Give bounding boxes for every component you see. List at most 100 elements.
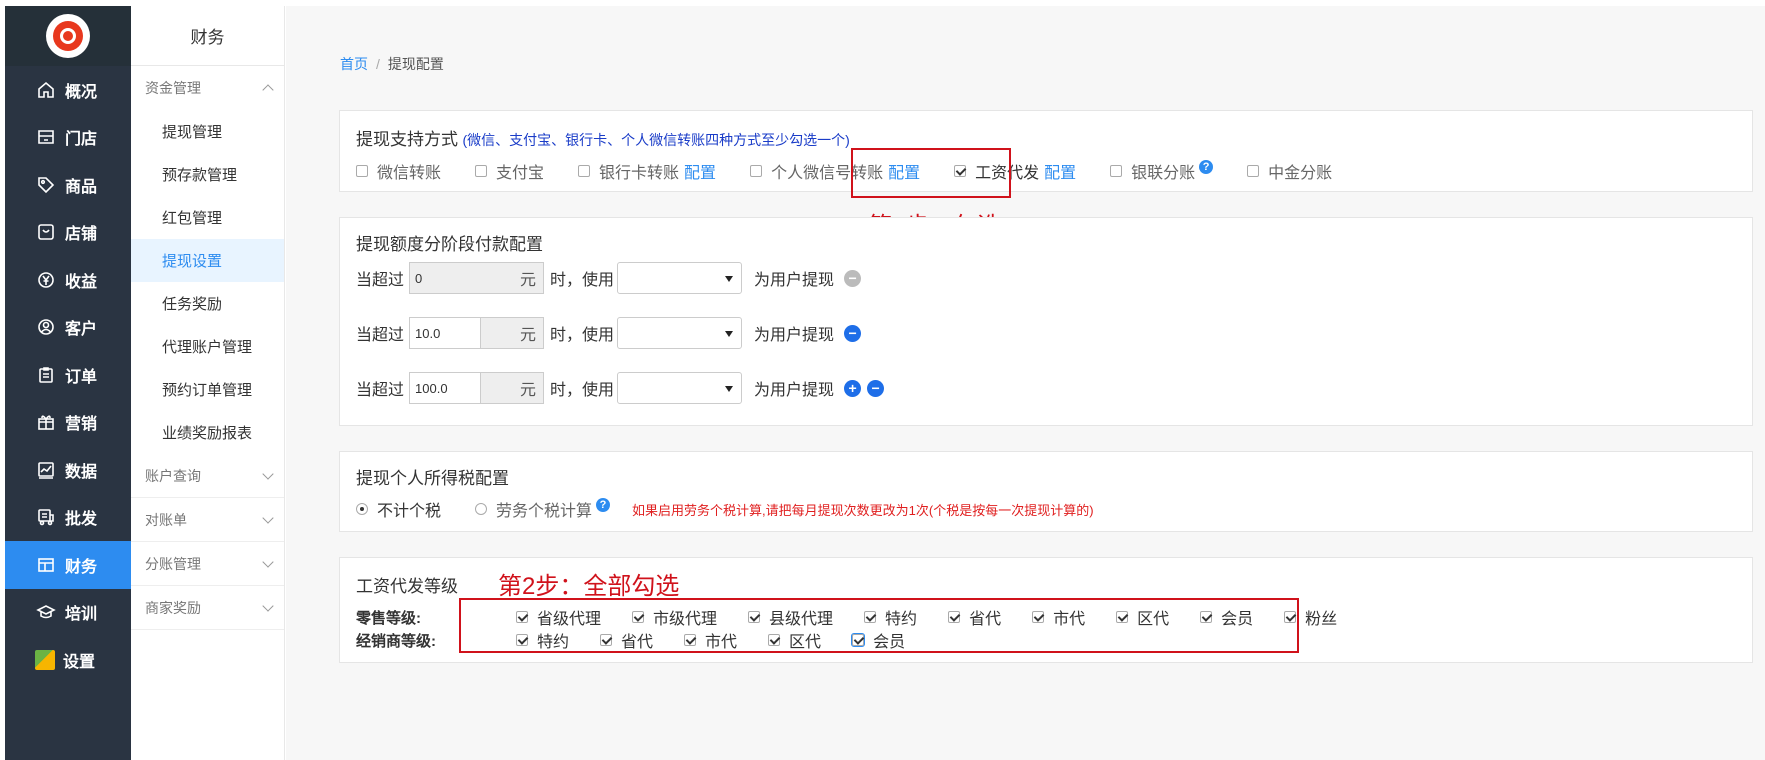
logo-area	[5, 6, 131, 66]
method-option: 银行卡转账 配置	[578, 159, 716, 183]
submenu-item[interactable]: 业绩奖励报表	[131, 411, 284, 454]
tax-radio[interactable]	[475, 503, 488, 515]
submenu-item[interactable]: 预存款管理	[131, 153, 284, 196]
nav-item-label: 财务	[65, 558, 98, 576]
tier-method-select[interactable]	[617, 317, 743, 349]
help-icon[interactable]: ?	[1199, 160, 1214, 174]
submenu-group-head[interactable]: 对账单	[131, 498, 284, 542]
submenu-group-label: 分账管理	[145, 555, 201, 572]
submenu-item[interactable]: 任务奖励	[131, 282, 284, 325]
method-config-link[interactable]: 配置	[684, 159, 716, 183]
tier-mid: 时，使用	[550, 382, 615, 399]
chevron-down-icon	[262, 511, 274, 524]
tax-option: 劳务个税计算?	[475, 497, 611, 521]
methods-title: 提现支持方式	[356, 130, 458, 149]
method-label[interactable]: 银行卡转账	[599, 159, 679, 183]
nav-item-home[interactable]: 概况	[5, 66, 131, 114]
settings-icon	[35, 649, 55, 670]
tier-row: 当超过 10.0 元 时，使用 为用户提现 −	[356, 317, 862, 349]
retail-level-label[interactable]: 粉丝	[1305, 605, 1337, 629]
method-label[interactable]: 银联分账	[1131, 159, 1195, 183]
breadcrumb-current: 提现配置	[387, 56, 444, 72]
tier-suffix: 为用户提现	[754, 327, 835, 344]
tier-mid: 时，使用	[550, 327, 615, 344]
submenu-group-label: 账户查询	[145, 467, 201, 484]
submenu-item[interactable]: 预约订单管理	[131, 368, 284, 411]
method-label[interactable]: 中金分账	[1268, 159, 1332, 183]
tier-method-select[interactable]	[617, 262, 743, 294]
tier-suffix: 为用户提现	[754, 382, 835, 399]
logo-icon[interactable]	[46, 14, 90, 58]
tax-radio[interactable]	[356, 503, 368, 515]
withdraw-methods-panel: 提现支持方式 (微信、支付宝、银行卡、个人微信转账四种方式至少勾选一个) 微信转…	[339, 110, 1753, 192]
nav-item-clipboard[interactable]: 订单	[5, 351, 131, 399]
method-checkbox[interactable]	[578, 165, 591, 177]
tax-label[interactable]: 劳务个税计算	[496, 497, 592, 521]
submenu-group-head[interactable]: 分账管理	[131, 542, 284, 586]
tier-amount-value: 0	[410, 263, 481, 293]
tier-amount-input[interactable]: 10.0 元	[409, 317, 545, 349]
method-label[interactable]: 微信转账	[377, 159, 441, 183]
method-checkbox[interactable]	[750, 165, 763, 177]
method-checkbox[interactable]	[475, 165, 488, 177]
tier-unit: 元	[480, 263, 544, 293]
nav-item-store[interactable]: 门店	[5, 114, 131, 162]
tier-suffix: 为用户提现	[754, 272, 835, 289]
chevron-down-icon	[262, 467, 274, 480]
tiers-title: 提现额度分阶段付款配置	[356, 235, 543, 254]
nav-item-settings[interactable]: 设置	[5, 636, 131, 684]
nav-item-label: 批发	[65, 511, 98, 529]
methods-hint: (微信、支付宝、银行卡、个人微信转账四种方式至少勾选一个)	[462, 132, 850, 148]
tier-row: 当超过 100.0 元 时，使用 为用户提现 + −	[356, 372, 885, 404]
graduation-icon	[35, 601, 57, 623]
yen-icon	[35, 269, 57, 291]
method-checkbox[interactable]	[1247, 165, 1260, 177]
help-icon[interactable]: ?	[596, 498, 611, 512]
nav-item-yen[interactable]: 收益	[5, 256, 131, 304]
nav-item-shop[interactable]: 店铺	[5, 209, 131, 257]
method-checkbox[interactable]	[1110, 165, 1123, 177]
nav-item-truck[interactable]: 批发	[5, 494, 131, 542]
truck-icon	[35, 506, 57, 528]
nav-item-label: 订单	[65, 368, 98, 386]
submenu-group-head[interactable]: 账户查询	[131, 454, 284, 498]
tier-amount-input: 0 元	[409, 262, 545, 294]
user-icon	[35, 316, 57, 338]
tax-warning-note: 如果启用劳务个税计算,请把每月提现次数更改为1次(个税是按每一次提现计算的)	[632, 502, 1094, 518]
breadcrumb-home[interactable]: 首页	[340, 56, 368, 72]
method-checkbox[interactable]	[356, 165, 368, 177]
submenu-item[interactable]: 红包管理	[131, 196, 284, 239]
nav-item-table[interactable]: 财务	[5, 541, 131, 589]
nav-item-tag[interactable]: 商品	[5, 161, 131, 209]
nav-item-label: 店铺	[65, 226, 98, 244]
finance-submenu: 财务 资金管理 提现管理 预存款管理 红包管理 提现设置 任务奖励 代理账户管理 预约订单管理…	[131, 6, 285, 760]
breadcrumb: 首页 / 提现配置	[340, 56, 444, 72]
remove-tier-icon[interactable]: −	[867, 379, 885, 397]
add-tier-icon[interactable]: +	[844, 379, 862, 397]
nav-item-label: 商品	[65, 178, 98, 196]
submenu-group-head[interactable]: 资金管理	[131, 66, 284, 110]
nav-item-user[interactable]: 客户	[5, 304, 131, 352]
remove-tier-icon: −	[844, 269, 862, 287]
gift-icon	[35, 411, 57, 433]
submenu-item[interactable]: 提现管理	[131, 110, 284, 153]
submenu-group-head[interactable]: 商家奖励	[131, 586, 284, 630]
nav-item-chart[interactable]: 数据	[5, 446, 131, 494]
tier-amount-input[interactable]: 100.0 元	[409, 372, 545, 404]
method-label[interactable]: 支付宝	[496, 159, 544, 183]
nav-item-gift[interactable]: 营销	[5, 399, 131, 447]
nav-item-label: 设置	[63, 653, 96, 671]
tier-prefix: 当超过	[356, 327, 405, 344]
nav-item-graduation[interactable]: 培训	[5, 589, 131, 637]
tier-method-select[interactable]	[617, 372, 743, 404]
tier-config-panel: 提现额度分阶段付款配置 当超过 0 元 时，使用 为用户提现 − 当超过 10.0…	[339, 217, 1753, 426]
remove-tier-icon[interactable]: −	[844, 324, 862, 342]
tax-label[interactable]: 不计个税	[377, 497, 441, 521]
method-config-link[interactable]: 配置	[1044, 159, 1076, 183]
submenu-item[interactable]: 提现设置	[131, 239, 284, 282]
main-sidebar: 概况 门店商品店铺收益 客户订单营销 数据批发财务培训设置	[5, 6, 131, 760]
home-icon	[35, 79, 57, 101]
submenu-item[interactable]: 代理账户管理	[131, 325, 284, 368]
clipboard-icon	[35, 364, 57, 386]
submenu-title: 财务	[131, 6, 284, 66]
